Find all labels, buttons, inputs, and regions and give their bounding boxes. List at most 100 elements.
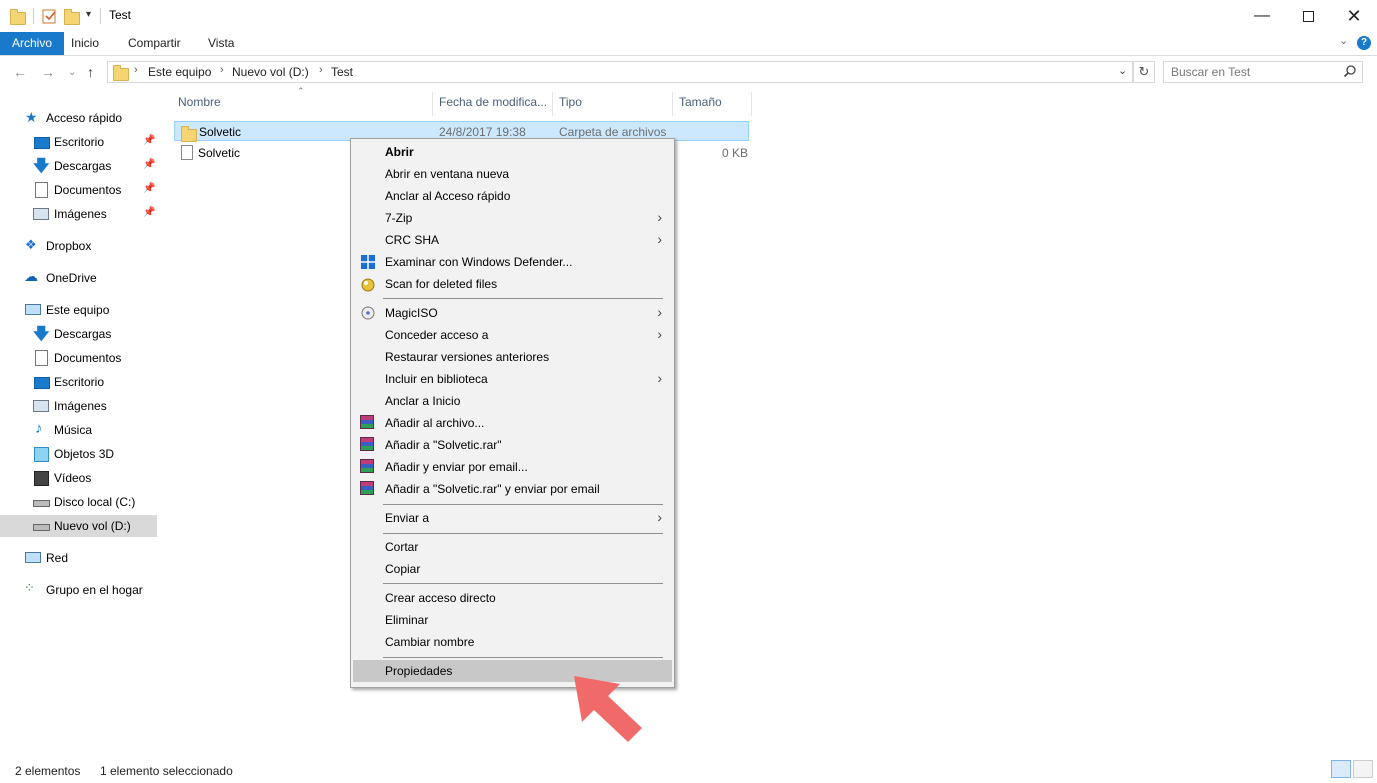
menu-item-add-email[interactable]: Añadir y enviar por email... [353,456,672,478]
menu-item-open-new-window[interactable]: Abrir en ventana nueva [353,163,672,185]
sidebar-item-pc-descargas[interactable]: 🡇 Descargas [0,323,157,345]
sidebar-item-videos[interactable]: Vídeos [0,467,157,489]
search-input[interactable]: Buscar en Test [1163,61,1363,83]
sidebar-item-este-equipo[interactable]: Este equipo [0,299,157,321]
chevron-right-icon[interactable]: › [134,64,138,76]
menu-item-send-to[interactable]: Enviar a › [353,507,672,529]
winrar-icon [360,415,376,431]
sidebar-item-pc-documentos[interactable]: Documentos [0,347,157,369]
homegroup-icon: ⁘ [24,580,35,595]
minimize-button[interactable]: — [1239,0,1285,32]
large-icons-view-icon[interactable] [1353,760,1373,778]
help-icon[interactable]: ? [1357,36,1371,50]
refresh-icon[interactable]: ↻ [1133,61,1155,83]
menu-item-cut[interactable]: Cortar [353,536,672,558]
pin-icon[interactable]: 📌 [143,135,155,146]
sidebar-item-label: Escritorio [54,375,105,389]
pin-icon[interactable]: 📌 [143,183,155,194]
breadcrumb-test[interactable]: Test [331,65,353,79]
pin-icon[interactable]: 📌 [143,207,155,218]
sidebar-item-dropbox[interactable]: ❖ Dropbox [0,235,157,257]
sidebar-item-label: Imágenes [54,207,107,221]
breadcrumb-este-equipo[interactable]: Este equipo [148,65,211,79]
sidebar-item-pc-imagenes[interactable]: Imágenes [0,395,157,417]
menu-item-pin-quick-access[interactable]: Anclar al Acceso rápido [353,185,672,207]
forward-arrow-icon[interactable]: → [41,64,55,80]
column-header-name[interactable]: Nombre [178,94,221,116]
sidebar-item-escritorio[interactable]: Escritorio 📌 [0,131,157,153]
up-arrow-icon[interactable]: ↑ [87,64,94,80]
menu-item-create-shortcut[interactable]: Crear acceso directo [353,587,672,609]
menu-item-grant-access[interactable]: Conceder acceso a › [353,324,672,346]
recent-locations-icon[interactable]: ⌄ [68,67,76,78]
pin-icon[interactable]: 📌 [143,159,155,170]
search-icon[interactable] [1343,64,1357,81]
sidebar-item-disco-local-c[interactable]: Disco local (C:) [0,491,157,513]
column-divider[interactable] [552,92,553,116]
sidebar-item-pc-escritorio[interactable]: Escritorio [0,371,157,393]
ribbon: Archivo Inicio Compartir Vista ⌄ ? [0,32,1377,56]
menu-item-delete[interactable]: Eliminar [353,609,672,631]
status-selection: 1 elemento seleccionado [100,764,233,778]
tab-archivo[interactable]: Archivo [0,32,65,55]
tab-inicio[interactable]: Inicio [59,32,111,55]
menu-item-open[interactable]: Abrir [353,141,672,163]
sidebar-item-imagenes[interactable]: Imágenes 📌 [0,203,157,225]
sidebar-item-grupo-hogar[interactable]: ⁘ Grupo en el hogar [0,579,157,601]
properties-icon[interactable] [42,8,58,24]
column-divider[interactable] [672,92,673,116]
column-header-date[interactable]: Fecha de modifica... [439,94,547,116]
sidebar-item-nuevo-vol-d[interactable]: Nuevo vol (D:) [0,515,157,537]
column-header-type[interactable]: Tipo [559,94,582,116]
maximize-button[interactable] [1285,0,1331,32]
column-header-size[interactable]: Tamaño [679,94,722,116]
close-button[interactable]: ✕ [1331,0,1377,32]
sidebar-item-label: Dropbox [46,239,92,253]
document-icon [35,350,48,366]
new-folder-icon[interactable] [64,8,80,25]
winrar-icon [360,437,376,453]
sidebar-item-musica[interactable]: ♪ Música [0,419,157,441]
sidebar-item-red[interactable]: Red [0,547,157,569]
address-dropdown-icon[interactable]: ⌄ [1118,64,1127,77]
breadcrumb-nuevo-vol[interactable]: Nuevo vol (D:) [232,65,309,79]
menu-item-7zip[interactable]: 7-Zip › [353,207,672,229]
quick-access-dropdown-icon[interactable]: ▾ [86,9,91,20]
menu-item-scan-deleted[interactable]: Scan for deleted files [353,273,672,295]
menu-item-rename[interactable]: Cambiar nombre [353,631,672,653]
chevron-right-icon: › [657,304,662,320]
sidebar-item-quick-access[interactable]: ★ Acceso rápido [0,107,157,129]
menu-item-add-rar[interactable]: Añadir a "Solvetic.rar" [353,434,672,456]
file-size: 0 KB [722,146,749,160]
sidebar-item-onedrive[interactable]: ☁ OneDrive [0,267,157,289]
sidebar-item-label: Este equipo [46,303,110,317]
details-view-icon[interactable] [1331,760,1351,778]
menu-item-magiciso[interactable]: MagicISO › [353,302,672,324]
chevron-right-icon: › [657,370,662,386]
menu-item-include-library[interactable]: Incluir en biblioteca › [353,368,672,390]
menu-item-windows-defender[interactable]: Examinar con Windows Defender... [353,251,672,273]
menu-item-add-archive[interactable]: Añadir al archivo... [353,412,672,434]
tab-compartir[interactable]: Compartir [116,32,193,55]
tab-vista[interactable]: Vista [196,32,246,55]
menu-item-crc-sha[interactable]: CRC SHA › [353,229,672,251]
chevron-right-icon[interactable]: › [319,64,323,76]
column-divider[interactable] [751,92,752,116]
column-divider[interactable] [432,92,433,116]
menu-item-copy[interactable]: Copiar [353,558,672,580]
address-bar[interactable]: › Este equipo › Nuevo vol (D:) › Test ⌄ [107,61,1133,83]
chevron-right-icon: › [657,326,662,342]
chevron-right-icon[interactable]: › [220,64,224,76]
menu-item-pin-start[interactable]: Anclar a Inicio [353,390,672,412]
sidebar-item-label: Objetos 3D [54,447,115,461]
file-type: Carpeta de archivos [559,125,667,139]
sidebar-item-objetos-3d[interactable]: Objetos 3D [0,443,157,465]
back-arrow-icon[interactable]: ← [13,64,27,80]
ribbon-expand-icon[interactable]: ⌄ [1339,34,1348,47]
sidebar-item-label: Red [46,551,69,565]
music-icon: ♪ [35,420,43,437]
sidebar-item-documentos[interactable]: Documentos 📌 [0,179,157,201]
sidebar-item-descargas[interactable]: 🡇 Descargas 📌 [0,155,157,177]
menu-item-restore-versions[interactable]: Restaurar versiones anteriores [353,346,672,368]
menu-item-add-rar-email[interactable]: Añadir a "Solvetic.rar" y enviar por ema… [353,478,672,500]
